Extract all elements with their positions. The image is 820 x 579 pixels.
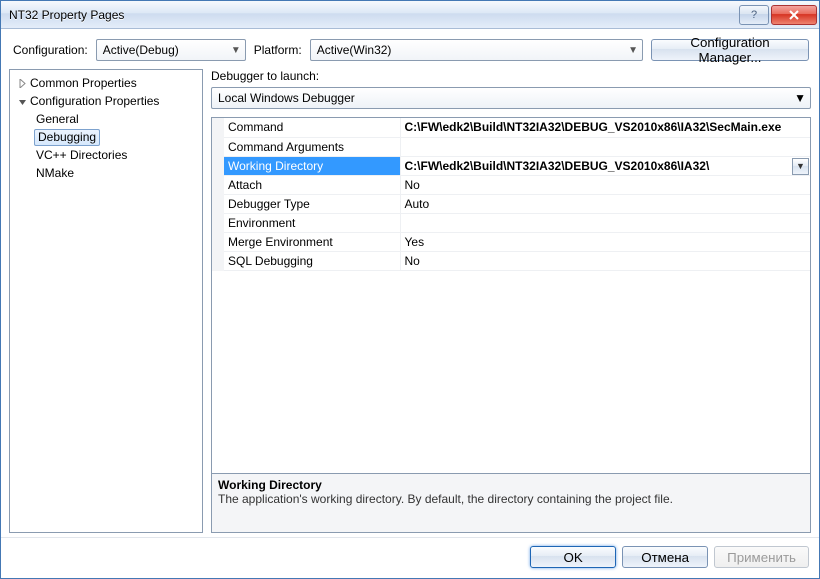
chevron-down-icon: ▼ bbox=[796, 161, 805, 171]
tree-item-configuration-properties[interactable]: Configuration Properties bbox=[12, 92, 200, 110]
grid-row-sql-debugging[interactable]: SQL Debugging No bbox=[218, 251, 810, 270]
configuration-dropdown[interactable]: Active(Debug) ▼ bbox=[96, 39, 246, 61]
tree-item-general[interactable]: General bbox=[34, 110, 200, 128]
chevron-down-icon: ▼ bbox=[231, 45, 241, 56]
platform-value: Active(Win32) bbox=[317, 43, 392, 57]
tree-children: General Debugging VC++ Directories NMake bbox=[12, 110, 200, 182]
tree-item-selected: Debugging bbox=[34, 129, 100, 146]
chevron-down-icon: ▼ bbox=[794, 91, 806, 105]
grid-row-command-arguments[interactable]: Command Arguments bbox=[218, 137, 810, 156]
help-icon: ? bbox=[751, 9, 757, 21]
property-grid-wrapper: Command C:\FW\edk2\Build\NT32IA32\DEBUG_… bbox=[211, 117, 811, 474]
tree-item-vcpp-directories[interactable]: VC++ Directories bbox=[34, 146, 200, 164]
titlebar-buttons: ? bbox=[737, 5, 817, 25]
tree-item-nmake[interactable]: NMake bbox=[34, 164, 200, 182]
description-pane: Working Directory The application's work… bbox=[211, 473, 811, 533]
launcher-label: Debugger to launch: bbox=[211, 69, 811, 83]
grid-row-command[interactable]: Command C:\FW\edk2\Build\NT32IA32\DEBUG_… bbox=[218, 118, 810, 137]
property-grid[interactable]: Command C:\FW\edk2\Build\NT32IA32\DEBUG_… bbox=[212, 118, 810, 271]
grid-row-debugger-type[interactable]: Debugger Type Auto bbox=[218, 194, 810, 213]
description-text: The application's working directory. By … bbox=[218, 492, 804, 506]
chevron-down-icon: ▼ bbox=[628, 45, 638, 56]
launcher-dropdown[interactable]: Local Windows Debugger ▼ bbox=[211, 87, 811, 109]
configuration-value: Active(Debug) bbox=[103, 43, 179, 57]
grid-row-merge-environment[interactable]: Merge Environment Yes bbox=[218, 232, 810, 251]
platform-label: Platform: bbox=[254, 43, 302, 57]
cancel-button[interactable]: Отмена bbox=[622, 546, 708, 568]
grid-row-attach[interactable]: Attach No bbox=[218, 175, 810, 194]
dialog-footer: OK Отмена Применить bbox=[1, 537, 819, 578]
expand-collapsed-icon[interactable] bbox=[16, 79, 28, 88]
apply-button[interactable]: Применить bbox=[714, 546, 809, 568]
titlebar[interactable]: NT32 Property Pages ? bbox=[1, 1, 819, 29]
nav-tree[interactable]: Common Properties Configuration Properti… bbox=[9, 69, 203, 533]
expand-expanded-icon[interactable] bbox=[16, 97, 28, 106]
grid-row-environment[interactable]: Environment bbox=[218, 213, 810, 232]
description-title: Working Directory bbox=[218, 478, 804, 492]
config-row: Configuration: Active(Debug) ▼ Platform:… bbox=[1, 29, 819, 69]
body: Common Properties Configuration Properti… bbox=[1, 69, 819, 537]
window-title: NT32 Property Pages bbox=[9, 8, 737, 22]
launcher-row: Debugger to launch: Local Windows Debugg… bbox=[211, 69, 811, 117]
help-button[interactable]: ? bbox=[739, 5, 769, 25]
configuration-manager-button[interactable]: Configuration Manager... bbox=[651, 39, 809, 61]
grid-empty-area bbox=[212, 271, 810, 474]
right-pane: Debugger to launch: Local Windows Debugg… bbox=[203, 69, 811, 533]
tree-item-common-properties[interactable]: Common Properties bbox=[12, 74, 200, 92]
ok-button[interactable]: OK bbox=[530, 546, 616, 568]
close-button[interactable] bbox=[771, 5, 817, 25]
grid-row-working-directory[interactable]: Working Directory C:\FW\edk2\Build\NT32I… bbox=[218, 156, 810, 175]
configuration-label: Configuration: bbox=[13, 43, 88, 57]
close-icon bbox=[789, 10, 799, 20]
platform-dropdown[interactable]: Active(Win32) ▼ bbox=[310, 39, 643, 61]
value-dropdown-button[interactable]: ▼ bbox=[792, 158, 809, 175]
property-pages-window: NT32 Property Pages ? Configuration: Act… bbox=[0, 0, 820, 579]
tree-item-debugging[interactable]: Debugging bbox=[34, 128, 200, 146]
launcher-value: Local Windows Debugger bbox=[218, 91, 355, 105]
